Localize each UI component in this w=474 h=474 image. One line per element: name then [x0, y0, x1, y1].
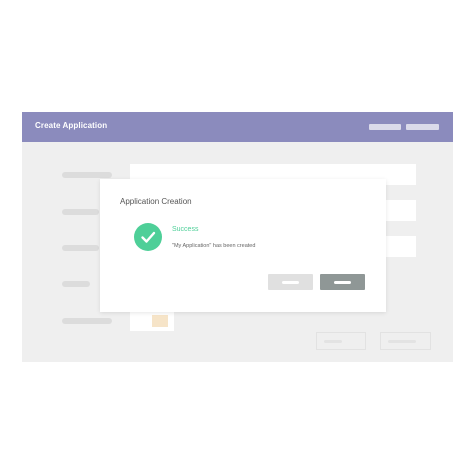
sidebar-item[interactable] — [62, 281, 90, 287]
header-button-1[interactable] — [369, 124, 401, 130]
form-button-next[interactable] — [380, 332, 431, 350]
sidebar-item[interactable] — [62, 318, 112, 324]
cancel-button[interactable] — [268, 274, 313, 290]
header-button-2[interactable] — [406, 124, 439, 130]
checkmark-icon — [141, 231, 156, 243]
creation-dialog: Application Creation Success "My Applica… — [100, 179, 386, 312]
sidebar-item[interactable] — [62, 172, 112, 178]
button-placeholder — [334, 280, 351, 284]
button-placeholder — [324, 340, 342, 343]
confirm-button[interactable] — [320, 274, 365, 290]
sidebar-item[interactable] — [62, 209, 99, 215]
status-message: "My Application" has been created — [172, 243, 256, 249]
checkmark-circle-icon — [134, 223, 162, 251]
status-label: Success — [172, 226, 199, 233]
button-placeholder — [388, 340, 416, 343]
dialog-title: Application Creation — [120, 197, 192, 206]
form-button-back[interactable] — [316, 332, 366, 350]
image-thumbnail[interactable] — [130, 311, 174, 331]
sidebar-item[interactable] — [62, 245, 99, 251]
window-title: Create Application — [35, 121, 108, 130]
window-header: Create Application — [22, 112, 453, 142]
button-placeholder — [282, 280, 299, 284]
image-preview — [152, 315, 168, 327]
